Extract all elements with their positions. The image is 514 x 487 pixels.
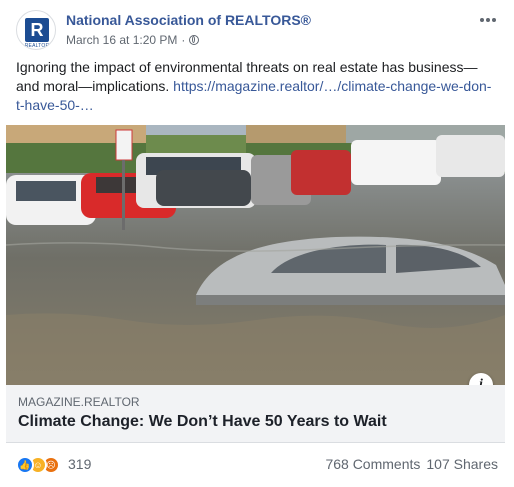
link-preview-card[interactable]: MAGAZINE.REALTOR Climate Change: We Don’… (6, 385, 505, 443)
post-body: Ignoring the impact of environmental thr… (16, 58, 498, 115)
globe-icon[interactable] (189, 35, 200, 45)
article-image[interactable]: i (6, 125, 505, 385)
more-options-button[interactable] (478, 10, 498, 30)
avatar-letter: R (30, 20, 44, 40)
page-name-link[interactable]: National Association of REALTORS® (66, 12, 311, 28)
more-horizontal-icon (480, 18, 496, 22)
flooded-parking-lot-photo (6, 125, 505, 385)
post-meta: March 16 at 1:20 PM · (66, 33, 200, 47)
engagement-bar: 👍 ☺ ☹ 319 768 Comments 107 Shares (16, 452, 498, 478)
post-header: R REALTOR National Association of REALTO… (16, 8, 498, 52)
link-title[interactable]: Climate Change: We Don’t Have 50 Years t… (18, 413, 387, 431)
like-reaction-icon: 👍 (16, 456, 34, 474)
reaction-count[interactable]: 319 (68, 456, 91, 472)
shares-count[interactable]: 107 Shares (426, 456, 498, 472)
page-avatar[interactable]: R REALTOR (16, 10, 56, 50)
comments-count[interactable]: 768 Comments (325, 456, 420, 472)
meta-separator: · (181, 33, 186, 47)
link-domain: MAGAZINE.REALTOR (18, 395, 140, 409)
post-timestamp[interactable]: March 16 at 1:20 PM (66, 33, 177, 47)
engagement-stats: 768 Comments 107 Shares (325, 456, 498, 472)
avatar-caption: REALTOR (24, 43, 50, 49)
